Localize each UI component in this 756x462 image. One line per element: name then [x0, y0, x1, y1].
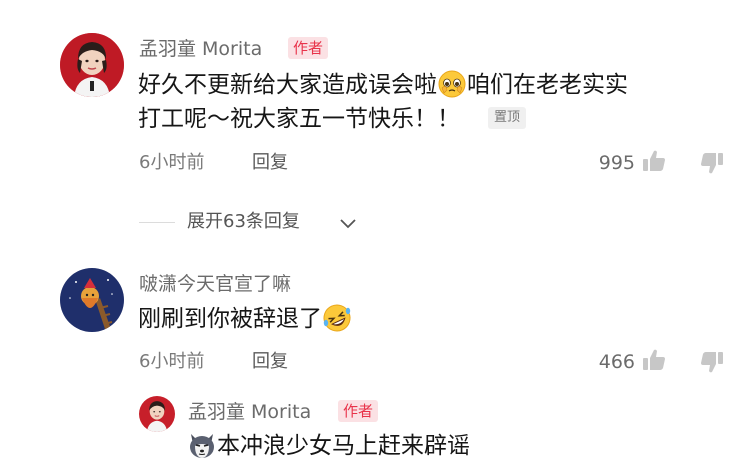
thumbs-down-icon[interactable]: [699, 150, 725, 176]
husky-dog-emoji-icon: [187, 430, 217, 460]
comment-time: 6小时前: [139, 351, 205, 372]
comment-username[interactable]: 啵潇今天官宣了嘛: [139, 275, 291, 294]
comment-text-line: 打工呢～祝大家五一节快乐！！ 置顶: [138, 102, 527, 136]
author-badge: 作者: [338, 400, 379, 422]
reply-button[interactable]: 回复: [252, 353, 288, 371]
pleading-face-emoji-icon: [437, 69, 467, 99]
comment-text-part: 好久不更新给大家造成误会啦: [138, 72, 437, 98]
comment-text-part: 刚刷到你被辞退了: [138, 306, 322, 332]
pinned-badge: 置顶: [488, 106, 527, 129]
comment-section: 孟羽童 Morita 作者 好久不更新给大家造成误会啦 咱们在老老实实 打工呢～…: [0, 0, 756, 462]
reply-text-part: 本冲浪少女马上赶来辟谣: [217, 433, 470, 459]
thumbs-down-icon[interactable]: [699, 349, 725, 375]
reply-username[interactable]: 孟羽童 Morita: [188, 403, 311, 422]
thumbs-up-icon[interactable]: [641, 148, 667, 174]
reply-text: 本冲浪少女马上赶来辟谣: [187, 429, 470, 462]
chevron-down-icon[interactable]: [338, 213, 358, 233]
author-badge: 作者: [288, 37, 329, 59]
like-count: 995: [598, 152, 635, 174]
comment-time: 6小时前: [139, 152, 205, 173]
comment-text-part: 咱们在老老实实: [467, 72, 628, 98]
expand-replies-label: 展开63条回复: [187, 211, 300, 232]
avatar[interactable]: [60, 33, 124, 97]
thumbs-up-icon[interactable]: [641, 347, 667, 373]
like-count: 466: [598, 351, 635, 373]
comment-text: 好久不更新给大家造成误会啦 咱们在老老实实: [138, 68, 628, 102]
avatar[interactable]: [60, 268, 124, 332]
expand-replies-button[interactable]: 展开63条回复: [187, 213, 300, 231]
reply-button[interactable]: 回复: [252, 154, 288, 172]
comment-text-part: 打工呢～祝大家五一节快乐！！: [138, 106, 460, 132]
avatar[interactable]: [139, 396, 175, 432]
rolling-laughing-emoji-icon: [322, 303, 352, 333]
comment-username[interactable]: 孟羽童 Morita: [139, 40, 262, 59]
expand-divider: [139, 222, 175, 223]
comment-text: 刚刷到你被辞退了: [138, 302, 352, 336]
